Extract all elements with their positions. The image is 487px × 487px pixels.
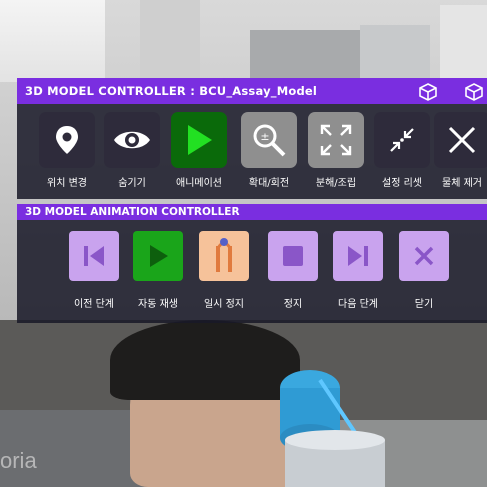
pillar — [140, 0, 200, 82]
play-icon — [150, 245, 168, 267]
previous-step-button[interactable] — [69, 231, 119, 281]
model-controller-title-bar: 3D MODEL CONTROLLER : BCU_Assay_Model — [17, 78, 487, 104]
previous-step-icon — [84, 246, 104, 266]
pause-button[interactable] — [199, 231, 249, 281]
auto-play-button[interactable] — [133, 231, 183, 281]
animation-button[interactable] — [171, 112, 227, 168]
disassemble-button[interactable] — [308, 112, 364, 168]
animation-controller-body: 이전 단계 자동 재생 일시 정지 정지 다음 단계 닫기 — [17, 220, 487, 323]
animation-controller-title: 3D MODEL ANIMATION CONTROLLER — [25, 206, 240, 218]
remove-object-label: 물체 제거 — [442, 178, 482, 189]
remove-object-button[interactable] — [434, 112, 487, 168]
pause-cursor-icon — [216, 238, 232, 272]
3d-model[interactable] — [270, 360, 390, 487]
close-icon — [414, 246, 434, 266]
cube-icon[interactable] — [417, 82, 439, 102]
zoom-rotate-button[interactable]: ± — [241, 112, 297, 168]
play-icon — [188, 125, 212, 155]
next-step-button[interactable] — [333, 231, 383, 281]
zoom-rotate-icon: ± — [253, 124, 286, 157]
animation-label: 애니메이션 — [176, 178, 222, 189]
hide-label: 숨기기 — [118, 178, 146, 189]
map-pin-icon — [56, 126, 78, 154]
stop-icon — [283, 246, 303, 266]
next-step-icon — [348, 246, 368, 266]
model-controller-title: 3D MODEL CONTROLLER : BCU_Assay_Model — [25, 84, 318, 98]
close-animation-button[interactable] — [399, 231, 449, 281]
close-icon — [448, 126, 476, 154]
animation-controller-title-bar: 3D MODEL ANIMATION CONTROLLER — [17, 204, 487, 220]
expand-icon — [320, 124, 352, 156]
animation-controller-panel: 3D MODEL ANIMATION CONTROLLER 이전 단계 자동 재… — [17, 204, 487, 323]
eye-icon — [114, 131, 150, 149]
zoom-rotate-label: 확대/회전 — [248, 178, 290, 189]
disassemble-label: 분해/조립 — [315, 178, 357, 189]
model-controller-panel: 3D MODEL CONTROLLER : BCU_Assay_Model 위치… — [17, 78, 487, 199]
watermark: oria — [0, 448, 37, 473]
office-shelf — [360, 25, 430, 80]
pause-label: 일시 정지 — [204, 299, 244, 310]
change-location-button[interactable] — [39, 112, 95, 168]
hide-button[interactable] — [104, 112, 160, 168]
window — [0, 0, 105, 82]
model-controller-body: 위치 변경 숨기기 애니메이션 ± 확대/회전 분해/조립 설정 리셋 물체 제… — [17, 104, 487, 199]
close-animation-label: 닫기 — [414, 299, 434, 310]
change-location-label: 위치 변경 — [47, 178, 87, 189]
cube-icon[interactable] — [463, 82, 485, 102]
svg-text:±: ± — [260, 130, 269, 143]
collapse-icon — [390, 128, 414, 152]
stop-button[interactable] — [268, 231, 318, 281]
cabinet — [440, 5, 487, 80]
reset-settings-button[interactable] — [374, 112, 430, 168]
